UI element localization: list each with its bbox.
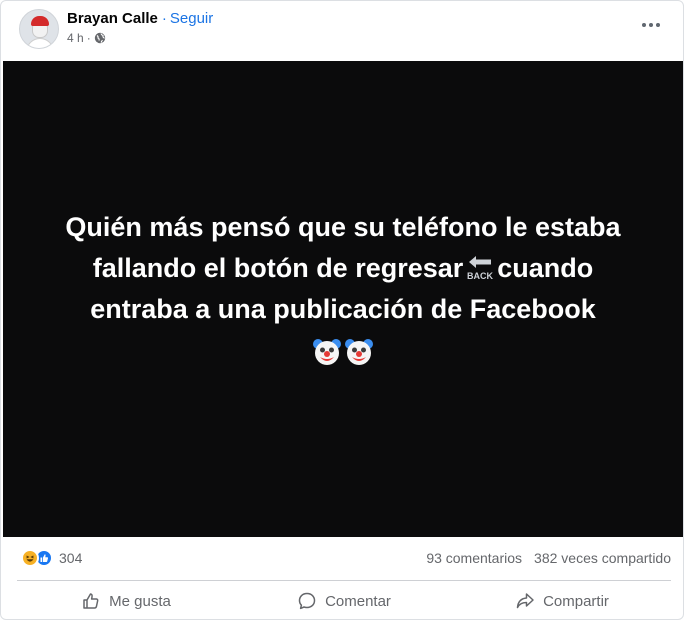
back-arrow-icon: BACK — [467, 256, 494, 281]
author-row: Brayan Calle · Seguir — [67, 10, 213, 27]
like-button[interactable]: Me gusta — [17, 584, 235, 618]
shares-count[interactable]: 382 veces compartido — [534, 550, 671, 566]
divider — [17, 580, 671, 581]
share-icon — [516, 593, 534, 609]
post-card: Brayan Calle · Seguir 4 h · Quién más pens… — [0, 0, 684, 620]
follow-button[interactable]: Seguir — [170, 10, 213, 27]
comments-count[interactable]: 93 comentarios — [426, 550, 522, 566]
post-actions: Me gusta Comentar Compartir — [17, 584, 671, 618]
post-text: Quién más pensó que su teléfono le estab… — [43, 207, 643, 371]
post-header: Brayan Calle · Seguir 4 h · — [1, 1, 683, 59]
engagement-counts: 93 comentarios 382 veces compartido — [426, 550, 671, 566]
reaction-count: 304 — [59, 550, 83, 566]
post-media[interactable]: Quién más pensó que su teléfono le estab… — [3, 61, 683, 537]
post-stats: 304 93 comentarios 382 veces compartido — [1, 542, 683, 576]
avatar[interactable] — [19, 9, 59, 49]
comment-icon — [298, 592, 316, 610]
more-options-icon[interactable] — [637, 15, 665, 35]
like-label: Me gusta — [109, 592, 171, 610]
time-separator: · — [86, 31, 91, 45]
haha-reaction-icon — [21, 549, 39, 567]
globe-icon — [94, 32, 105, 44]
back-emoji-label: BACK — [467, 271, 493, 281]
reactions-summary[interactable]: 304 — [21, 549, 82, 567]
comment-button[interactable]: Comentar — [235, 584, 453, 618]
share-label: Compartir — [543, 592, 609, 610]
post-time[interactable]: 4 h — [67, 31, 84, 45]
comment-label: Comentar — [325, 592, 391, 610]
share-button[interactable]: Compartir — [453, 584, 671, 618]
clown-face-icon — [345, 338, 373, 365]
thumbs-up-icon — [83, 593, 99, 609]
post-meta: 4 h · — [67, 31, 106, 45]
author-name[interactable]: Brayan Calle — [67, 10, 158, 27]
clown-face-icon — [313, 338, 341, 365]
name-separator: · — [161, 10, 167, 27]
